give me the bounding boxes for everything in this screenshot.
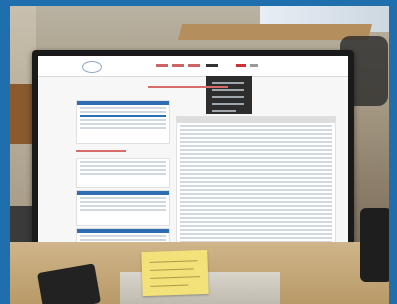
grid-row (180, 229, 332, 231)
data-table-3 (76, 190, 170, 226)
table-row (80, 119, 166, 121)
grid-row (180, 205, 332, 207)
grid-row (180, 157, 332, 159)
nav-item[interactable] (172, 64, 184, 67)
dropdown-item[interactable] (212, 96, 244, 98)
grid-row (180, 213, 332, 215)
grid-row (180, 193, 332, 195)
grid-row (180, 169, 332, 171)
dropdown-item[interactable] (212, 82, 244, 84)
flag-icon[interactable] (236, 64, 246, 67)
section-title (76, 150, 126, 152)
table-row (80, 127, 166, 129)
main-data-grid (176, 116, 336, 262)
grid-toolbar (177, 117, 335, 123)
sticky-note (141, 249, 209, 297)
grid-row (180, 177, 332, 179)
grid-row (180, 137, 332, 139)
grid-row (180, 129, 332, 131)
photo-scene (10, 6, 389, 304)
nav-item-active[interactable] (206, 64, 218, 67)
table-row (80, 165, 166, 167)
grid-row (180, 141, 332, 143)
table-row (80, 205, 166, 207)
user-icon[interactable] (250, 64, 258, 67)
grid-row (180, 197, 332, 199)
table-row (80, 235, 166, 237)
page-title-bar (148, 86, 228, 88)
data-table-2 (76, 158, 170, 188)
site-navbar (38, 56, 348, 77)
monitor-screen (38, 56, 348, 262)
grid-row (180, 133, 332, 135)
site-logo (82, 61, 102, 73)
table-row (80, 209, 166, 211)
grid-row (180, 185, 332, 187)
grid-row (180, 225, 332, 227)
nav-dropdown-menu (206, 76, 252, 114)
table-row (80, 161, 166, 163)
handwriting-line (149, 260, 198, 263)
grid-row (180, 181, 332, 183)
table-row (80, 201, 166, 203)
table-row-highlight (80, 115, 166, 117)
table-row (80, 197, 166, 199)
grid-row (180, 221, 332, 223)
dropdown-item[interactable] (212, 110, 236, 112)
grid-row (180, 201, 332, 203)
grid-row (180, 189, 332, 191)
grid-row (180, 173, 332, 175)
table-row (80, 169, 166, 171)
grid-row (180, 165, 332, 167)
table-header (77, 101, 169, 105)
table-header (77, 229, 169, 233)
table-row (80, 173, 166, 175)
grid-row (180, 149, 332, 151)
grid-row (180, 153, 332, 155)
handwriting-line (149, 268, 194, 271)
grid-row (180, 217, 332, 219)
table-row (80, 111, 166, 113)
handwriting-line (150, 284, 189, 287)
handwriting-line (150, 276, 201, 279)
grid-row (180, 237, 332, 239)
table-row (80, 107, 166, 109)
dropdown-item[interactable] (212, 103, 244, 105)
grid-row (180, 209, 332, 211)
grid-row (180, 161, 332, 163)
dropdown-item[interactable] (212, 89, 244, 91)
grid-row (180, 145, 332, 147)
nav-item[interactable] (156, 64, 168, 67)
table-header (77, 191, 169, 195)
grid-row (180, 233, 332, 235)
data-table-1 (76, 100, 170, 144)
grid-row (180, 125, 332, 127)
headset-dock (360, 208, 389, 282)
table-row (80, 239, 166, 241)
nav-item[interactable] (188, 64, 200, 67)
table-row (80, 123, 166, 125)
